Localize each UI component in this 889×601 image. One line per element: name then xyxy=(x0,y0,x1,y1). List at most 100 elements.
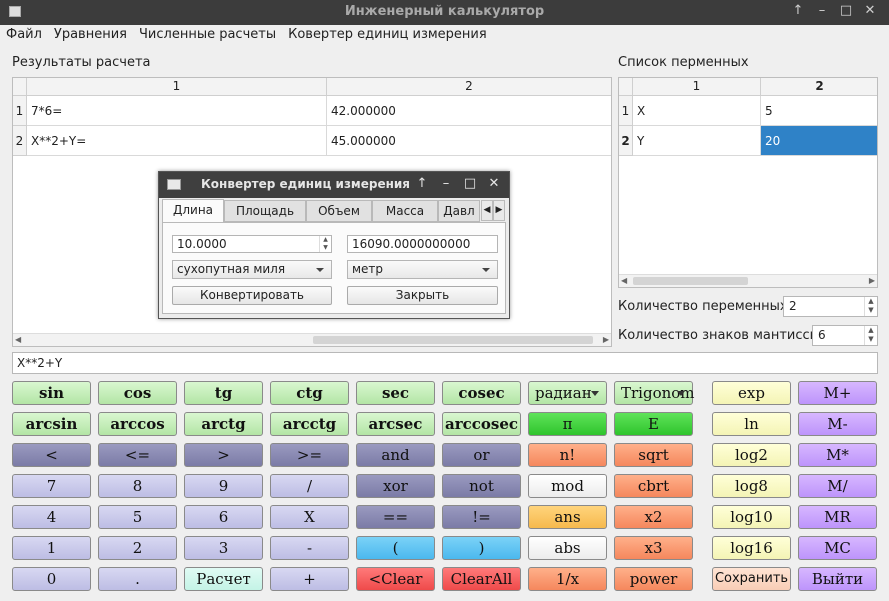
cosec-button[interactable]: cosec xyxy=(442,381,521,405)
scroll-left-icon[interactable]: ◀ xyxy=(15,334,21,346)
horizontal-scrollbar[interactable]: ◀ ▶ xyxy=(619,274,877,287)
exit-button[interactable]: Выйти xyxy=(798,567,877,591)
ctg-button[interactable]: ctg xyxy=(270,381,349,405)
log8-button[interactable]: log8 xyxy=(712,474,791,498)
variable-value-cell-selected[interactable]: 20 xyxy=(761,126,877,156)
reciprocal-button[interactable]: 1/x xyxy=(528,567,607,591)
scroll-right-icon[interactable]: ▶ xyxy=(869,275,875,287)
from-unit-select[interactable]: сухопутная миля xyxy=(172,260,332,279)
tab-area[interactable]: Площадь xyxy=(224,200,306,222)
greater-than-button[interactable]: > xyxy=(184,443,263,467)
log2-button[interactable]: log2 xyxy=(712,443,791,467)
menu-numerical[interactable]: Численные расчеты xyxy=(133,25,282,45)
not-button[interactable]: not xyxy=(442,474,521,498)
plus-button[interactable]: + xyxy=(270,567,349,591)
horizontal-scrollbar[interactable]: ◀ ▶ xyxy=(13,333,611,346)
digit-2-button[interactable]: 2 xyxy=(98,536,177,560)
row-header[interactable]: 1 xyxy=(13,96,27,126)
cube-button[interactable]: x3 xyxy=(614,536,693,560)
tg-button[interactable]: tg xyxy=(184,381,263,405)
spin-arrows-icon[interactable]: ▲ ▼ xyxy=(864,326,877,345)
and-button[interactable]: and xyxy=(356,443,435,467)
mod-button[interactable]: mod xyxy=(528,474,607,498)
calculate-button[interactable]: Расчет xyxy=(184,567,263,591)
save-button[interactable]: Сохранить xyxy=(712,567,791,591)
spin-arrows-icon[interactable]: ▲ ▼ xyxy=(319,236,331,252)
menu-file[interactable]: Файл xyxy=(0,25,48,45)
table-cell[interactable]: 42.000000 xyxy=(327,96,611,126)
digit-8-button[interactable]: 8 xyxy=(98,474,177,498)
minus-button[interactable]: - xyxy=(270,536,349,560)
close-button[interactable]: Закрыть xyxy=(347,286,498,305)
memory-plus-button[interactable]: M+ xyxy=(798,381,877,405)
tab-scroll-left-icon[interactable]: ◀ xyxy=(481,200,493,221)
divide-button[interactable]: / xyxy=(270,474,349,498)
clear-all-button[interactable]: ClearAll xyxy=(442,567,521,591)
decimal-point-button[interactable]: . xyxy=(98,567,177,591)
digit-1-button[interactable]: 1 xyxy=(12,536,91,560)
function-mode-select[interactable]: Trigonom xyxy=(614,381,695,405)
log16-button[interactable]: log16 xyxy=(712,536,791,560)
row-header[interactable]: 2 xyxy=(619,126,633,156)
factorial-button[interactable]: n! xyxy=(528,443,607,467)
or-button[interactable]: or xyxy=(442,443,521,467)
dialog-title-bar[interactable]: Конвертер единиц измерения ↑ – □ ✕ xyxy=(159,172,509,198)
menu-converter[interactable]: Ковертер единиц измерения xyxy=(282,25,493,45)
left-paren-button[interactable]: ( xyxy=(356,536,435,560)
tab-pressure[interactable]: Давл xyxy=(438,200,480,222)
arctg-button[interactable]: arctg xyxy=(184,412,263,436)
digit-5-button[interactable]: 5 xyxy=(98,505,177,529)
memory-divide-button[interactable]: M/ xyxy=(798,474,877,498)
memory-minus-button[interactable]: M- xyxy=(798,412,877,436)
column-header[interactable]: 2 xyxy=(761,78,877,96)
not-equal-button[interactable]: != xyxy=(442,505,521,529)
digit-9-button[interactable]: 9 xyxy=(184,474,263,498)
angle-mode-select[interactable]: радиан xyxy=(528,381,607,405)
equals-compare-button[interactable]: == xyxy=(356,505,435,529)
column-header[interactable]: 1 xyxy=(27,78,327,96)
mantissa-spinbox[interactable]: 6 ▲ ▼ xyxy=(812,325,878,346)
tab-volume[interactable]: Объем xyxy=(306,200,372,222)
maximize-icon[interactable]: □ xyxy=(463,176,477,191)
abs-button[interactable]: abs xyxy=(528,536,607,560)
digit-4-button[interactable]: 4 xyxy=(12,505,91,529)
variable-value-cell[interactable]: 5 xyxy=(761,96,877,126)
expression-input[interactable]: X**2+Y xyxy=(12,352,878,374)
multiply-button[interactable]: X xyxy=(270,505,349,529)
close-icon[interactable]: ✕ xyxy=(487,176,501,191)
arcsin-button[interactable]: arcsin xyxy=(12,412,91,436)
table-cell[interactable]: X**2+Y= xyxy=(27,126,327,156)
variable-count-spinbox[interactable]: 2 ▲ ▼ xyxy=(783,296,878,317)
ln-button[interactable]: ln xyxy=(712,412,791,436)
digit-7-button[interactable]: 7 xyxy=(12,474,91,498)
variable-name-cell[interactable]: X xyxy=(633,96,761,126)
row-header[interactable]: 2 xyxy=(13,126,27,156)
menu-equations[interactable]: Уравнения xyxy=(48,25,133,45)
arcctg-button[interactable]: arcctg xyxy=(270,412,349,436)
scroll-left-icon[interactable]: ◀ xyxy=(621,275,627,287)
row-header[interactable]: 1 xyxy=(619,96,633,126)
keep-above-icon[interactable]: ↑ xyxy=(415,176,429,191)
digit-3-button[interactable]: 3 xyxy=(184,536,263,560)
column-header[interactable]: 2 xyxy=(327,78,611,96)
tab-mass[interactable]: Масса xyxy=(372,200,438,222)
close-icon[interactable]: ✕ xyxy=(863,3,877,18)
output-value-field[interactable]: 16090.0000000000 xyxy=(347,235,498,253)
sin-button[interactable]: sin xyxy=(12,381,91,405)
memory-recall-button[interactable]: MR xyxy=(798,505,877,529)
memory-clear-button[interactable]: MC xyxy=(798,536,877,560)
right-paren-button[interactable]: ) xyxy=(442,536,521,560)
maximize-icon[interactable]: □ xyxy=(839,3,853,18)
to-unit-select[interactable]: метр xyxy=(347,260,498,279)
xor-button[interactable]: xor xyxy=(356,474,435,498)
column-header[interactable]: 1 xyxy=(633,78,761,96)
greater-equal-button[interactable]: >= xyxy=(270,443,349,467)
sqrt-button[interactable]: sqrt xyxy=(614,443,693,467)
input-value-spinbox[interactable]: 10.0000 ▲ ▼ xyxy=(172,235,332,253)
scrollbar-thumb[interactable] xyxy=(313,336,593,344)
scroll-right-icon[interactable]: ▶ xyxy=(603,334,609,346)
keep-above-icon[interactable]: ↑ xyxy=(791,3,805,18)
convert-button[interactable]: Конвертировать xyxy=(172,286,332,305)
log10-button[interactable]: log10 xyxy=(712,505,791,529)
tab-length[interactable]: Длина xyxy=(162,199,224,223)
